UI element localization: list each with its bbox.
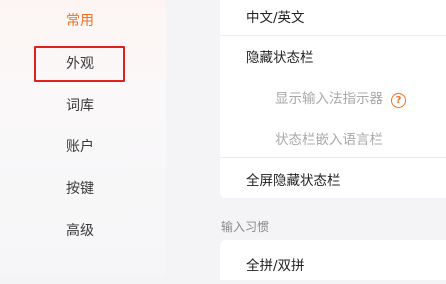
question-circle-icon[interactable]: ? xyxy=(391,92,406,108)
sidebar-item-label: 账户 xyxy=(66,139,94,155)
sidebar-item-account[interactable]: 账户 xyxy=(0,126,166,166)
setting-row-chinese-english[interactable]: 中文/英文 xyxy=(220,0,446,36)
setting-label: 显示输入法指示器? xyxy=(275,87,406,108)
sidebar-item-label: 词库 xyxy=(66,98,94,114)
sidebar-item-advanced[interactable]: 高级 xyxy=(0,210,166,250)
setting-row-fullscreen-hide[interactable]: 全屏隐藏状态栏 xyxy=(220,159,446,199)
sidebar-item-common[interactable]: 常用 xyxy=(0,0,166,40)
sidebar: 常用 外观 词库 账户 按键 高级 xyxy=(0,0,166,276)
sidebar-item-lexicon[interactable]: 词库 xyxy=(0,85,166,125)
sidebar-item-label: 按键 xyxy=(66,181,94,197)
annotation-highlight-box xyxy=(34,46,125,82)
section-title-input-habits: 输入习惯 xyxy=(221,220,270,234)
setting-label-text: 显示输入法指示器 xyxy=(275,90,383,107)
setting-label: 全屏隐藏状态栏 xyxy=(246,173,341,189)
sidebar-item-label: 高级 xyxy=(66,223,94,239)
setting-label: 隐藏状态栏 xyxy=(246,50,314,66)
settings-panel: 中文/英文 隐藏状态栏 显示输入法指示器? 状态栏嵌入语言栏 全屏隐藏状态栏 xyxy=(220,0,446,198)
setting-row-show-indicator[interactable]: 显示输入法指示器? xyxy=(220,77,446,117)
setting-row-hide-status-bar[interactable]: 隐藏状态栏 xyxy=(220,36,446,76)
setting-row-embed-language-bar[interactable]: 状态栏嵌入语言栏 xyxy=(220,118,446,158)
setting-row-full-double-pinyin[interactable]: 全拼/双拼 xyxy=(220,244,446,284)
sidebar-item-label: 常用 xyxy=(66,13,94,29)
setting-label: 中文/英文 xyxy=(246,10,305,26)
setting-label: 全拼/双拼 xyxy=(246,258,305,274)
input-habits-panel: 全拼/双拼 xyxy=(220,240,446,280)
sidebar-item-keys[interactable]: 按键 xyxy=(0,168,166,208)
setting-label: 状态栏嵌入语言栏 xyxy=(275,132,383,148)
